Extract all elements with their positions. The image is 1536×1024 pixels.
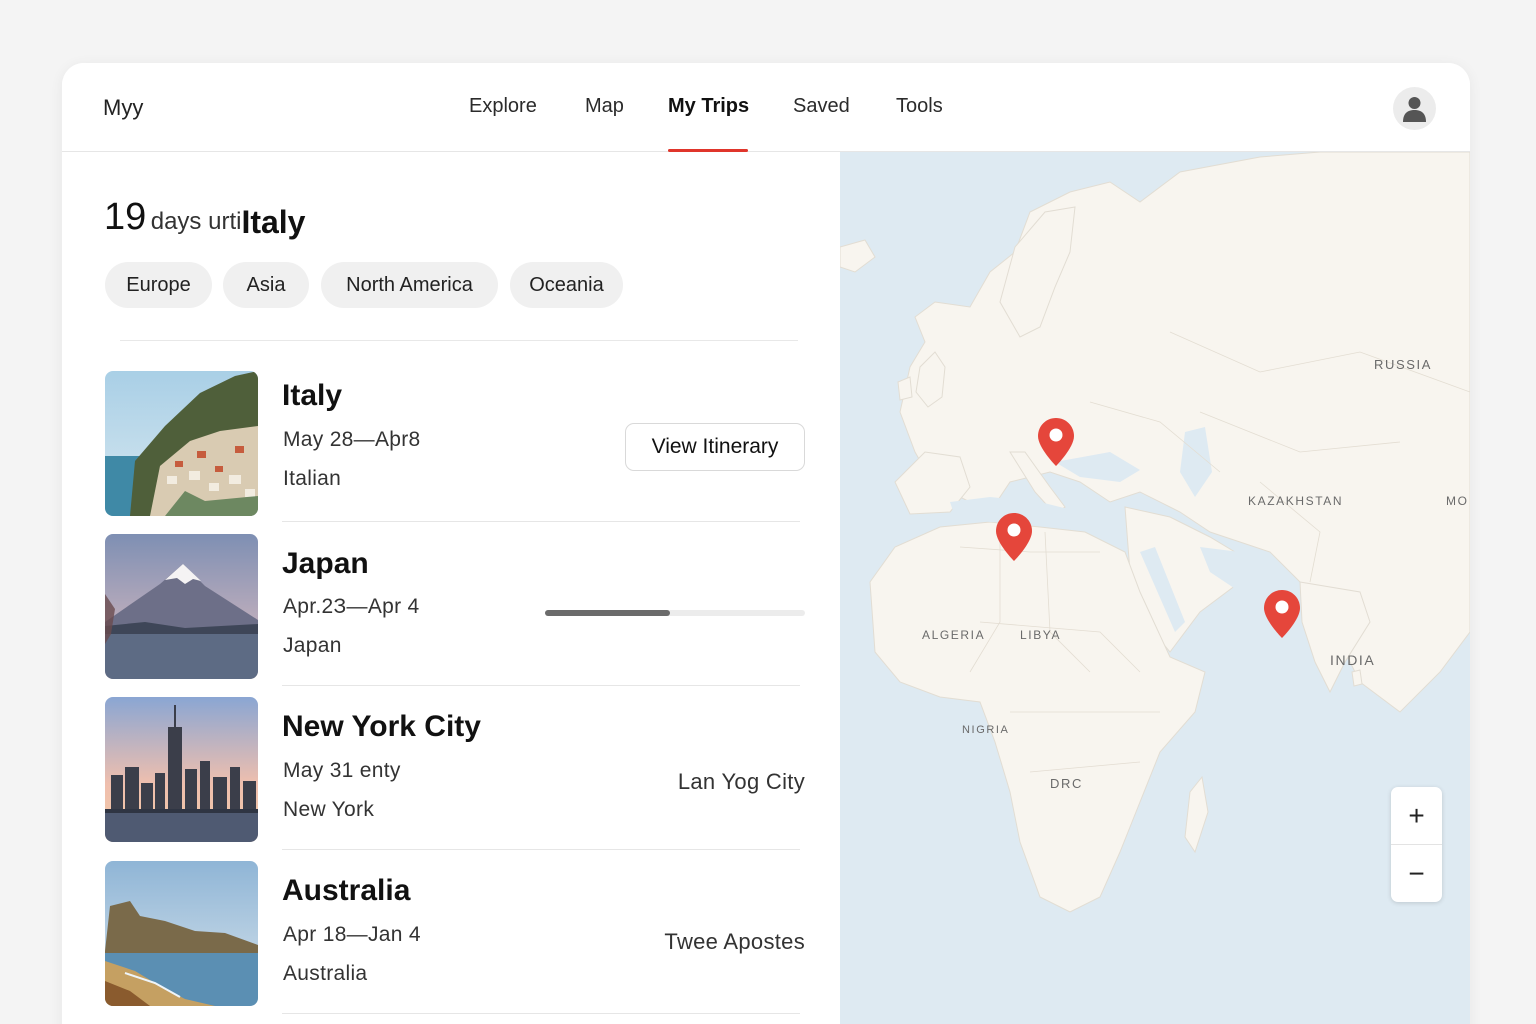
nav-my-trips[interactable]: My Trips	[668, 95, 749, 118]
trip-location: Lan Yog City	[677, 769, 805, 794]
map-label-libya: LIBYA	[1020, 628, 1062, 642]
chip-asia[interactable]: Asia	[223, 262, 309, 308]
trip-image-japan	[105, 534, 258, 679]
trip-subtitle: Australia	[283, 962, 368, 985]
view-itinerary-button[interactable]: View Itinerary	[625, 423, 805, 471]
map-label-nigria: NIGRIA	[962, 724, 1010, 736]
trip-subtitle: New York	[283, 798, 375, 821]
trip-image-australia	[105, 861, 258, 1006]
trip-title: Japan	[282, 547, 369, 580]
chip-oceania[interactable]: Oceania	[510, 262, 623, 308]
chip-europe[interactable]: Europe	[105, 262, 212, 308]
trip-title: Italy	[282, 379, 343, 412]
map-label-kazakhstan: KAZAKHSTAN	[1248, 494, 1344, 508]
map-label-mo: MO	[1446, 494, 1469, 508]
row-divider	[282, 1013, 800, 1014]
trip-title: New York City	[282, 710, 481, 743]
map-pin-icon[interactable]	[1038, 418, 1074, 466]
trip-image-italy	[105, 371, 258, 516]
trip-card-japan[interactable]: Japan Apr.2З—Apr 4 Japan	[105, 534, 805, 694]
trip-dates: Apr 18—Jan 4	[283, 923, 421, 946]
countdown-number: 19	[104, 196, 147, 238]
nav-saved[interactable]: Saved	[793, 95, 850, 118]
top-navigation-bar: Myy Explore Map My Trips Saved Tools	[62, 63, 1470, 152]
app-window: Myy Explore Map My Trips Saved Tools 19 …	[62, 63, 1470, 1024]
user-avatar-button[interactable]	[1393, 87, 1436, 130]
trip-title: Australia	[282, 874, 411, 907]
map-label-india: INDIA	[1330, 652, 1376, 668]
zoom-out-button[interactable]: −	[1391, 845, 1442, 902]
divider	[120, 340, 798, 341]
map-pin-icon[interactable]	[996, 513, 1032, 561]
row-divider	[282, 685, 800, 686]
nav-map[interactable]: Map	[585, 95, 624, 118]
trip-image-new-york	[105, 697, 258, 842]
countdown-headline: 19 days urtiItaly	[104, 196, 306, 240]
countdown-text: days urti	[150, 208, 242, 235]
trip-subtitle: Italian	[283, 467, 342, 490]
trip-card-italy[interactable]: Italy May 28—Aþr8 Italian View Itinerary	[105, 371, 805, 531]
user-icon	[1403, 97, 1426, 122]
nav-tools[interactable]: Tools	[896, 95, 943, 118]
map-pin-icon[interactable]	[1264, 590, 1300, 638]
map-label-russia: RUSSIA	[1374, 357, 1433, 372]
trip-dates: May 28—Aþr8	[283, 428, 421, 451]
map-base	[840, 152, 1470, 913]
trips-panel: 19 days urtiItaly Europe Asia North Amer…	[62, 152, 840, 1024]
trip-progress-bar	[545, 610, 805, 616]
map-label-drc: DRC	[1050, 776, 1083, 791]
trip-progress-fill	[545, 610, 670, 616]
zoom-in-button[interactable]: +	[1391, 787, 1442, 844]
countdown-destination: Italy	[241, 204, 306, 240]
trip-card-australia[interactable]: Australia Apr 18—Jan 4 Australia Twee Ap…	[105, 861, 805, 1021]
trip-location: Twee Apostes	[664, 929, 805, 954]
trip-subtitle: Japan	[283, 634, 342, 657]
chip-north-america[interactable]: North America	[321, 262, 498, 308]
row-divider	[282, 849, 800, 850]
app-brand[interactable]: Myy	[103, 95, 143, 121]
trip-dates: May 31 enty	[283, 759, 401, 782]
map-label-algeria: ALGERIA	[922, 628, 986, 642]
map-panel[interactable]: RUSSIA KAZAKHSTAN MO ALGERIA LIBYA NIGRI…	[840, 152, 1470, 1024]
trip-dates: Apr.2З—Apr 4	[283, 595, 420, 618]
row-divider	[282, 521, 800, 522]
trip-card-new-york[interactable]: New York City May 31 enty New York Lan Y…	[105, 697, 805, 857]
nav-explore[interactable]: Explore	[469, 95, 537, 118]
map-zoom-control: + −	[1391, 787, 1442, 902]
